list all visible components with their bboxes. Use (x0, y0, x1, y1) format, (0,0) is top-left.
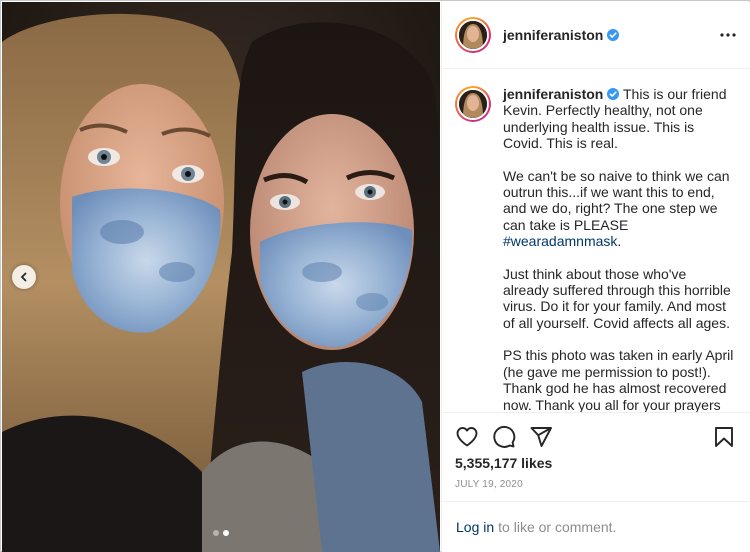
bookmark-icon[interactable] (712, 425, 736, 449)
photo-image (2, 2, 440, 552)
carousel-dot-2[interactable] (223, 530, 229, 536)
hashtag-link[interactable]: #wearadamnmask (503, 233, 617, 249)
login-prompt: Log in to like or comment. (442, 501, 750, 552)
comment-icon[interactable] (492, 425, 516, 449)
paper-plane-icon[interactable] (529, 425, 553, 449)
caption-text: jenniferaniston This is our friend Kevin… (503, 86, 736, 412)
caption-paragraph-2: We can't be so naive to think we can out… (503, 167, 730, 250)
post-actions: 5,355,177 likes JULY 19, 2020 (442, 412, 750, 501)
caption-area: jenniferaniston This is our friend Kevin… (442, 70, 750, 412)
header-username[interactable]: jenniferaniston (503, 27, 620, 43)
caption-paragraph-4: PS this photo was taken in early April (… (503, 347, 734, 412)
carousel-dots (2, 530, 440, 536)
heart-icon[interactable] (455, 425, 479, 449)
carousel-dot-1[interactable] (213, 530, 219, 536)
login-prompt-text: to like or comment. (498, 519, 617, 535)
post-photo[interactable] (2, 2, 440, 552)
avatar-image (459, 21, 487, 49)
caption-paragraph-3: Just think about those who've already su… (503, 265, 731, 331)
login-link[interactable]: Log in (456, 519, 494, 535)
carousel-prev-button[interactable] (12, 265, 36, 289)
post-header: jenniferaniston (442, 2, 750, 69)
chevron-left-icon (20, 272, 27, 282)
caption-avatar[interactable] (455, 86, 491, 122)
avatar[interactable] (455, 17, 491, 53)
caption-username[interactable]: jenniferaniston (503, 86, 603, 102)
more-options-button[interactable] (720, 33, 736, 37)
post-date[interactable]: JULY 19, 2020 (455, 479, 736, 490)
instagram-post: jenniferaniston jenniferaniston This is … (0, 0, 750, 552)
more-options-icon (720, 33, 736, 37)
verified-badge-icon (607, 88, 620, 100)
verified-badge-icon (607, 29, 620, 41)
avatar-image (459, 90, 487, 118)
likes-count[interactable]: 5,355,177 likes (455, 455, 736, 471)
post-side-panel: jenniferaniston jenniferaniston This is … (441, 2, 750, 552)
